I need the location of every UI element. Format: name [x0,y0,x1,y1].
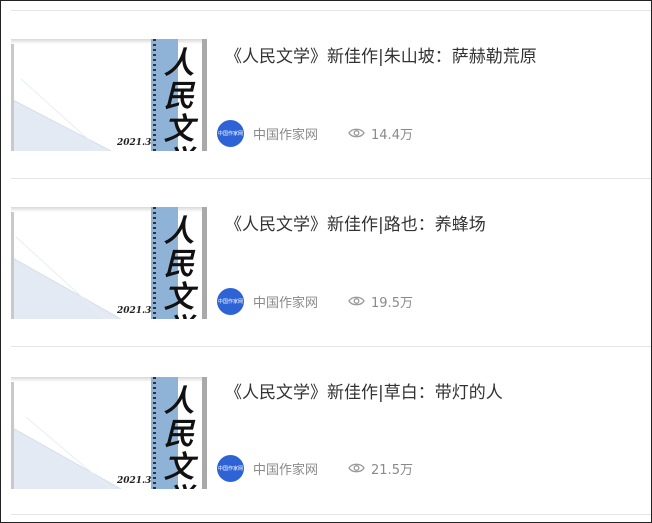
cover-spine-dots [153,39,156,151]
view-count: 21.5万 [348,459,413,478]
article-thumbnail[interactable]: 人民文学 2021.3 [11,207,207,319]
article-item[interactable]: 人民文学 2021.3 《人民文学》新佳作|路也：养蜂场 中国作家网 中国作家网… [11,179,651,347]
avatar-text: 中国作家网 [217,465,243,472]
article-meta: 中国作家网 中国作家网 19.5万 [217,287,413,315]
cover-right-bar [202,207,207,319]
eye-icon [348,296,365,306]
view-count-value: 19.5万 [371,295,413,311]
avatar-text: 中国作家网 [217,298,243,305]
view-count: 19.5万 [348,292,413,311]
cover-calligraphy: 人民文学 [164,46,194,151]
cover-spine-dots [153,207,156,319]
cover-issue: 2021.3 [117,306,152,316]
article-meta: 中国作家网 中国作家网 14.4万 [217,119,413,147]
view-count-value: 14.4万 [371,127,413,143]
cover-issue: 2021.3 [117,476,152,486]
article-thumbnail[interactable]: 人民文学 2021.3 [11,39,207,151]
article-title[interactable]: 《人民文学》新佳作|朱山坡：萨赫勒荒原 [225,42,537,67]
cover-calligraphy: 人民文学 [164,214,194,319]
article-title[interactable]: 《人民文学》新佳作|草白：带灯的人 [225,378,503,403]
article-item[interactable]: 人民文学 2021.3 《人民文学》新佳作|草白：带灯的人 中国作家网 中国作家… [11,347,651,515]
source-name[interactable]: 中国作家网 [253,124,318,143]
article-meta: 中国作家网 中国作家网 21.5万 [217,454,413,482]
eye-icon [348,128,365,138]
article-thumbnail[interactable]: 人民文学 2021.3 [11,377,207,489]
item-divider [11,514,651,515]
cover-edge [11,207,14,319]
source-name[interactable]: 中国作家网 [253,459,318,478]
article-title[interactable]: 《人民文学》新佳作|路也：养蜂场 [225,210,486,235]
eye-icon [348,463,365,473]
cover-edge [11,377,14,489]
source-avatar-icon[interactable]: 中国作家网 [217,119,244,147]
cover-issue: 2021.3 [117,138,152,148]
cover-edge [11,39,14,151]
cover-right-bar [202,377,207,489]
source-name[interactable]: 中国作家网 [253,292,318,311]
article-item[interactable]: 人民文学 2021.3 《人民文学》新佳作|朱山坡：萨赫勒荒原 中国作家网 中国… [11,11,651,179]
view-count-value: 21.5万 [371,462,413,478]
cover-right-bar [202,39,207,151]
article-list: 人民文学 2021.3 《人民文学》新佳作|朱山坡：萨赫勒荒原 中国作家网 中国… [0,0,652,523]
avatar-text: 中国作家网 [217,130,243,137]
source-avatar-icon[interactable]: 中国作家网 [217,454,244,482]
cover-calligraphy: 人民文学 [164,384,194,489]
source-avatar-icon[interactable]: 中国作家网 [217,287,244,315]
cover-spine-dots [153,377,156,489]
view-count: 14.4万 [348,124,413,143]
